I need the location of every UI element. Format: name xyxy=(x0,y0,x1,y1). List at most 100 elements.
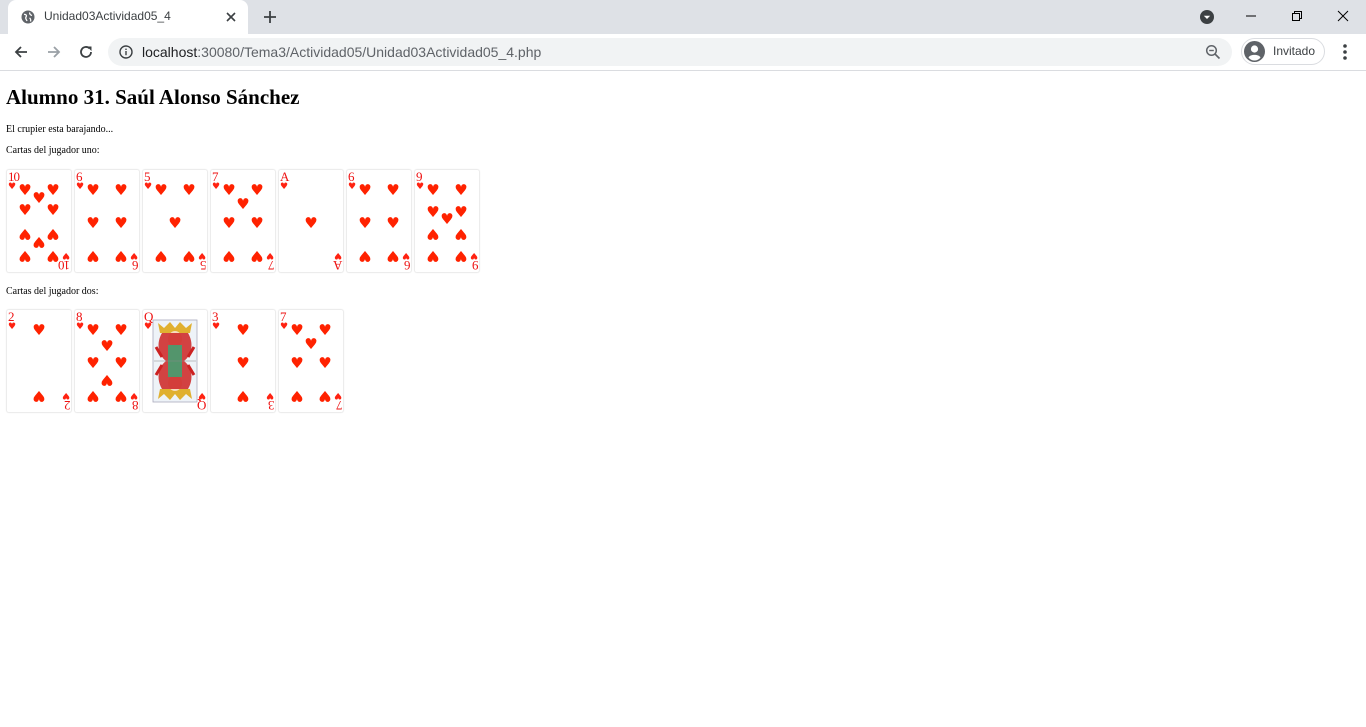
heart-pip-icon: ♥ xyxy=(358,214,372,232)
address-bar[interactable]: localhost:30080/Tema3/Actividad05/Unidad… xyxy=(108,38,1232,66)
card-suit-icon: ♥ xyxy=(144,322,153,332)
card-rank: 6 xyxy=(404,258,411,273)
forward-button[interactable] xyxy=(43,41,65,63)
heart-pip-icon: ♥ xyxy=(318,387,332,405)
card-suit-icon: ♥ xyxy=(265,390,274,400)
heart-pip-icon: ♥ xyxy=(222,247,236,265)
heart-pip-icon: ♥ xyxy=(250,247,264,265)
tab-title: Unidad03Actividad05_4 xyxy=(44,9,171,23)
playing-card: Q ♥ Q ♥ xyxy=(142,309,208,413)
page-title: Alumno 31. Saúl Alonso Sánchez xyxy=(6,85,300,109)
heart-pip-icon: ♥ xyxy=(154,247,168,265)
avatar-icon xyxy=(1244,41,1265,62)
new-tab-icon[interactable] xyxy=(262,9,278,25)
heart-pip-icon: ♥ xyxy=(100,337,114,355)
card-suit-icon: ♥ xyxy=(401,250,410,260)
playing-card: 6 ♥ 6 ♥ ♥ ♥ ♥ ♥ ♥ ♥ xyxy=(346,169,412,273)
url-path: :30080/Tema3/Actividad05/Unidad03Activid… xyxy=(197,44,542,60)
heart-pip-icon: ♥ xyxy=(454,203,468,221)
heart-pip-icon: ♥ xyxy=(440,210,454,228)
playing-card: A ♥ A ♥ ♥ xyxy=(278,169,344,273)
kebab-menu-icon[interactable] xyxy=(1336,41,1354,63)
card-rank: 9 xyxy=(472,258,479,273)
close-window-button[interactable] xyxy=(1320,0,1366,32)
arrow-right-icon xyxy=(48,46,61,58)
card-suit-icon: ♥ xyxy=(8,322,17,332)
card-rank: A xyxy=(333,258,342,273)
player-two-label: Cartas del jugador dos: xyxy=(6,286,99,297)
info-icon[interactable] xyxy=(119,45,133,59)
arrow-left-icon xyxy=(14,46,27,58)
heart-pip-icon: ♥ xyxy=(358,181,372,199)
card-suit-icon: ♥ xyxy=(197,250,206,260)
profile-label: Invitado xyxy=(1273,44,1316,58)
playing-card: 8 ♥ 8 ♥ ♥ ♥ ♥ ♥ ♥ ♥ ♥ ♥ xyxy=(74,309,140,413)
heart-pip-icon: ♥ xyxy=(86,181,100,199)
heart-pip-icon: ♥ xyxy=(236,195,250,213)
heart-pip-icon: ♥ xyxy=(86,247,100,265)
card-suit-icon: ♥ xyxy=(61,250,70,260)
heart-pip-icon: ♥ xyxy=(114,354,128,372)
card-rank: Q xyxy=(197,398,206,413)
card-rank: 7 xyxy=(336,398,343,413)
browser-tab[interactable]: Unidad03Actividad05_4 xyxy=(8,0,248,34)
card-rank: 3 xyxy=(268,398,275,413)
card-rank: 2 xyxy=(64,398,71,413)
playing-card: 9 ♥ 9 ♥ ♥ ♥ ♥ ♥ ♥ ♥ ♥ ♥ ♥ xyxy=(414,169,480,273)
reload-icon xyxy=(80,46,92,58)
minimize-icon xyxy=(1246,15,1256,17)
url-host: localhost xyxy=(142,44,198,60)
card-rank: 6 xyxy=(132,258,139,273)
player-one-label: Cartas del jugador uno: xyxy=(6,145,100,156)
heart-pip-icon: ♥ xyxy=(426,225,440,243)
card-suit-icon: ♥ xyxy=(197,390,206,400)
heart-pip-icon: ♥ xyxy=(86,387,100,405)
heart-pip-icon: ♥ xyxy=(386,214,400,232)
card-suit-icon: ♥ xyxy=(265,250,274,260)
browser-toolbar: localhost:30080/Tema3/Actividad05/Unidad… xyxy=(0,34,1366,71)
card-suit-icon: ♥ xyxy=(280,322,289,332)
heart-pip-icon: ♥ xyxy=(222,214,236,232)
minimize-button[interactable] xyxy=(1228,0,1274,32)
profile-button[interactable]: Invitado xyxy=(1241,38,1325,65)
card-rank: 5 xyxy=(200,258,207,273)
heart-pip-icon: ♥ xyxy=(86,214,100,232)
reload-button[interactable] xyxy=(75,41,97,63)
heart-pip-icon: ♥ xyxy=(114,181,128,199)
playing-card: 2 ♥ 2 ♥ ♥ ♥ xyxy=(6,309,72,413)
shuffling-text: El crupier esta barajando... xyxy=(6,124,114,135)
card-suit-icon: ♥ xyxy=(61,390,70,400)
tab-search-icon[interactable] xyxy=(1199,9,1215,25)
page-content: Alumno 31. Saúl Alonso Sánchez El crupie… xyxy=(0,71,1366,727)
card-suit-icon: ♥ xyxy=(144,182,153,192)
heart-pip-icon: ♥ xyxy=(154,181,168,199)
restore-button[interactable] xyxy=(1274,0,1320,32)
heart-pip-icon: ♥ xyxy=(18,201,32,219)
card-suit-icon: ♥ xyxy=(348,182,357,192)
heart-pip-icon: ♥ xyxy=(386,181,400,199)
queen-figure-icon xyxy=(152,319,198,403)
heart-pip-icon: ♥ xyxy=(250,214,264,232)
heart-pip-icon: ♥ xyxy=(454,181,468,199)
heart-pip-icon: ♥ xyxy=(182,247,196,265)
heart-pip-icon: ♥ xyxy=(426,247,440,265)
card-suit-icon: ♥ xyxy=(469,250,478,260)
heart-pip-icon: ♥ xyxy=(454,225,468,243)
player-one-hand: 10 ♥ 10 ♥ ♥ ♥ ♥ ♥ ♥ ♥ ♥ ♥ ♥ ♥ 6 ♥ 6 ♥ ♥ ♥ ♥ ♥ ♥ ♥ 5 ♥ 5 ♥ ♥ ♥ ♥ ♥ ♥ 7 ♥ 7 ♥ ♥… xyxy=(6,169,482,273)
heart-pip-icon: ♥ xyxy=(386,247,400,265)
url-text: localhost:30080/Tema3/Actividad05/Unidad… xyxy=(142,44,541,60)
close-tab-icon[interactable] xyxy=(224,10,238,24)
card-rank: 7 xyxy=(268,258,275,273)
playing-card: 6 ♥ 6 ♥ ♥ ♥ ♥ ♥ ♥ ♥ xyxy=(74,169,140,273)
player-two-hand: 2 ♥ 2 ♥ ♥ ♥ 8 ♥ 8 ♥ ♥ ♥ ♥ ♥ ♥ ♥ ♥ ♥ Q ♥ Q ♥ 3 ♥ 3 ♥ ♥ ♥ ♥ 7 ♥ 7 ♥ ♥ ♥ ♥ ♥ ♥ ♥ ♥ xyxy=(6,309,346,413)
heart-pip-icon: ♥ xyxy=(32,189,46,207)
card-suit-icon: ♥ xyxy=(8,182,17,192)
heart-pip-icon: ♥ xyxy=(46,201,60,219)
heart-pip-icon: ♥ xyxy=(18,247,32,265)
playing-card: 7 ♥ 7 ♥ ♥ ♥ ♥ ♥ ♥ ♥ ♥ xyxy=(278,309,344,413)
heart-pip-icon: ♥ xyxy=(114,214,128,232)
playing-card: 7 ♥ 7 ♥ ♥ ♥ ♥ ♥ ♥ ♥ ♥ xyxy=(210,169,276,273)
heart-pip-icon: ♥ xyxy=(236,321,250,339)
zoom-out-icon[interactable] xyxy=(1205,44,1221,60)
back-button[interactable] xyxy=(10,41,32,63)
